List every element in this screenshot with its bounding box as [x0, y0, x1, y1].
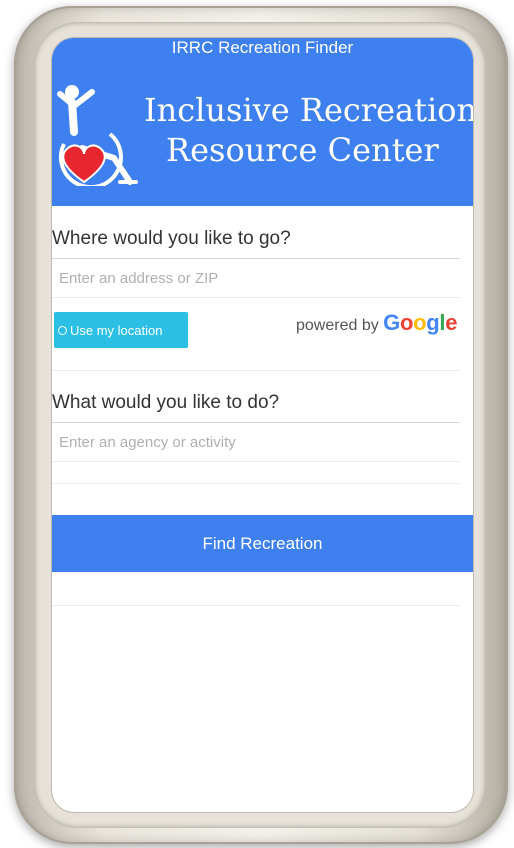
- divider: [52, 297, 460, 298]
- circle-icon: [58, 325, 67, 335]
- use-my-location-label: Use my location: [70, 322, 163, 338]
- google-letter: e: [445, 310, 458, 335]
- app-screen: IRRC Recreation Finder Inclusive Recreat…: [52, 38, 473, 812]
- divider: [52, 258, 460, 259]
- org-name-line-2: Resource Center: [166, 131, 439, 169]
- use-my-location-button[interactable]: Use my location: [54, 312, 188, 348]
- google-letter: o: [413, 310, 427, 335]
- divider: [52, 461, 460, 462]
- location-question: Where would you like to go?: [52, 228, 291, 249]
- activity-input[interactable]: [52, 424, 463, 460]
- powered-by-google: powered by Google: [296, 310, 457, 339]
- app-header: IRRC Recreation Finder Inclusive Recreat…: [52, 38, 473, 206]
- wheelchair-heart-logo-icon: [57, 85, 138, 186]
- divider: [52, 370, 460, 371]
- location-input[interactable]: [52, 260, 463, 296]
- google-logo: Google: [383, 310, 457, 335]
- org-name-line-1: Inclusive Recreation: [144, 91, 473, 129]
- google-letter: G: [383, 310, 400, 335]
- powered-by-text: powered by: [296, 317, 379, 334]
- activity-question: What would you like to do?: [52, 392, 280, 413]
- divider: [52, 422, 460, 423]
- find-recreation-button[interactable]: Find Recreation: [52, 515, 473, 572]
- org-name: Inclusive Recreation Resource Center: [144, 90, 473, 170]
- divider: [52, 605, 460, 606]
- google-letter: o: [399, 310, 414, 335]
- app-title: IRRC Recreation Finder: [171, 38, 354, 57]
- google-letter: g: [426, 310, 440, 335]
- divider: [52, 483, 460, 484]
